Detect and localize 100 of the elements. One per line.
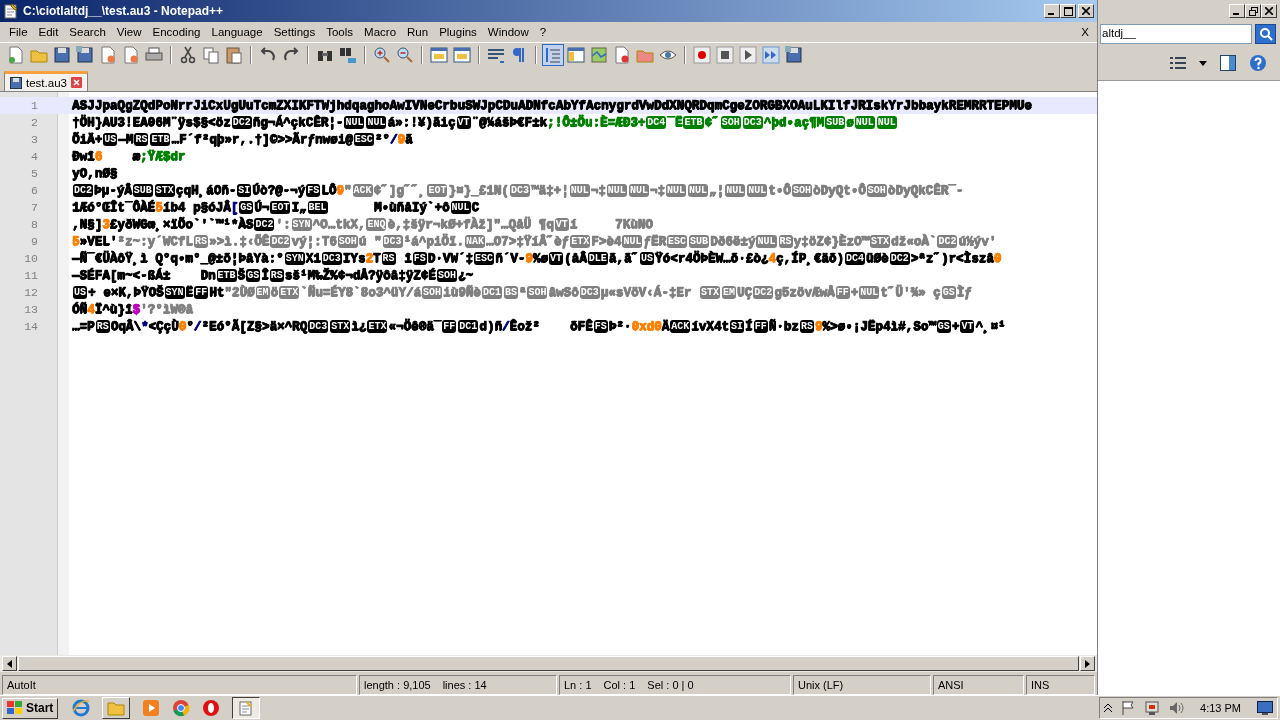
menu-item[interactable]: Search [64, 26, 112, 38]
code-text: <ÇçÙ [148, 319, 179, 334]
status-text: Ln : 1 [564, 679, 592, 692]
search-button[interactable] [1255, 24, 1276, 44]
menu-item[interactable]: File [4, 26, 34, 38]
control-character: RS [799, 320, 814, 333]
menu-item[interactable]: Settings [268, 26, 322, 38]
map-icon[interactable] [589, 45, 609, 65]
close-document-button[interactable]: X [1081, 26, 1093, 38]
code-text: sš¹M‰Ž%¢¬dÅ?ÿôâ‡ÿZ¢É [284, 268, 436, 283]
minimize-button[interactable] [1044, 4, 1060, 18]
document-icon[interactable] [612, 45, 632, 65]
close-button[interactable] [1078, 4, 1094, 18]
code-text: iù9Ñè [443, 285, 481, 300]
control-character: STX [330, 320, 351, 333]
menu-item[interactable]: Language [206, 26, 269, 38]
window-pair-icon[interactable] [452, 45, 472, 65]
code-text: 4 [768, 251, 776, 266]
stop-icon[interactable] [715, 45, 735, 65]
code-text: + [951, 319, 960, 334]
code-text: ívX4t [691, 319, 730, 334]
control-character: SOH [527, 286, 548, 299]
code-text: çqH¸áOñ- [175, 183, 237, 198]
status-text: ANSI [938, 679, 964, 692]
menu-item[interactable]: Encoding [147, 26, 207, 38]
network-icon[interactable] [1144, 700, 1161, 716]
zoom-in-icon[interactable] [372, 45, 392, 65]
close-file-icon[interactable] [98, 45, 118, 65]
control-character: NAK [465, 235, 485, 248]
paste-icon[interactable] [224, 45, 244, 65]
windows-logo-icon [7, 701, 23, 715]
help-icon[interactable] [1249, 54, 1267, 72]
save-macro-icon[interactable] [784, 45, 804, 65]
control-character: SYN [284, 252, 305, 265]
control-character: EOT [427, 184, 448, 197]
code-text: y‡öZ¢}ÈzO™ [793, 234, 870, 249]
play-icon[interactable] [738, 45, 758, 65]
save-all-icon[interactable] [75, 45, 95, 65]
code-text: æ [131, 149, 141, 164]
code-text: ç,ÍP¸€äõ) [775, 251, 844, 266]
browser-e-icon[interactable] [72, 699, 91, 717]
code-text: ,N§] [72, 217, 103, 232]
copy-icon[interactable] [201, 45, 221, 65]
media-player-icon[interactable] [142, 699, 161, 717]
start-button[interactable]: Start [2, 697, 59, 719]
arrow-left-icon[interactable] [7, 659, 12, 668]
close-button[interactable] [1261, 4, 1277, 18]
control-character: DC3 [509, 184, 530, 197]
save-icon[interactable] [52, 45, 72, 65]
menu-item[interactable]: Window [482, 26, 535, 38]
control-character: NUL [628, 184, 649, 197]
speaker-icon[interactable] [1168, 700, 1185, 716]
chrome-icon[interactable] [172, 699, 191, 717]
address-field[interactable]: altdj__ [1100, 24, 1252, 44]
control-character: EM [255, 286, 270, 299]
menu-item[interactable]: Tools [321, 26, 360, 38]
show-desktop-icon[interactable] [1257, 701, 1273, 715]
file-tab[interactable]: test.au3 [4, 71, 88, 91]
control-character: FF [753, 320, 768, 333]
close-all-icon[interactable] [121, 45, 141, 65]
window-pair-icon[interactable] [429, 45, 449, 65]
menu-item[interactable]: ? [534, 26, 553, 38]
control-character: GS [246, 269, 261, 282]
control-character: DC2 [73, 184, 93, 197]
indent-guide-icon[interactable] [543, 45, 563, 65]
text-editor[interactable] [0, 92, 1097, 656]
new-file-icon[interactable] [6, 45, 26, 65]
code-text: µ«sVöV‹Á-‡Er [600, 285, 693, 300]
menu-item[interactable]: Run [402, 26, 435, 38]
fast-forward-icon[interactable] [761, 45, 781, 65]
flag-icon[interactable] [1120, 700, 1137, 716]
record-icon[interactable] [692, 45, 712, 65]
maximize-button[interactable] [1060, 4, 1076, 18]
line-number: 9 [30, 235, 38, 248]
cut-icon[interactable] [178, 45, 198, 65]
close-icon[interactable] [70, 77, 82, 88]
code-text: M•ùñåIý`+ô [372, 200, 450, 215]
code-text: …F´f²qþ»r,.†]©>>Ãrƒnwøi@ [171, 132, 353, 147]
arrow-right-icon[interactable] [1085, 659, 1090, 668]
notepad-task-button[interactable] [232, 697, 261, 719]
menu-item[interactable]: Plugins [434, 26, 483, 38]
code-text: [ [230, 200, 239, 215]
zoom-out-icon[interactable] [395, 45, 415, 65]
chevron-icon[interactable] [1104, 703, 1113, 713]
code-text: ã,ã˝ [608, 251, 639, 266]
line-number: 2 [30, 116, 38, 129]
menu-item[interactable]: View [111, 26, 148, 38]
preview-pane-icon[interactable] [1220, 55, 1236, 71]
restore-button[interactable] [1245, 4, 1261, 18]
menu-item[interactable]: Edit [33, 26, 65, 38]
clock[interactable]: 4:13 PM [1200, 702, 1241, 714]
minimize-button[interactable] [1229, 4, 1245, 18]
list-view-icon[interactable] [1170, 56, 1186, 70]
ring-icon[interactable] [202, 699, 221, 717]
caret-icon[interactable] [1199, 60, 1207, 66]
folder-icon[interactable] [102, 697, 131, 719]
folder-panel-icon[interactable] [566, 45, 586, 65]
menu-item[interactable]: Macro [359, 26, 403, 38]
replace-icon[interactable] [338, 45, 358, 65]
control-character: US [103, 133, 118, 146]
